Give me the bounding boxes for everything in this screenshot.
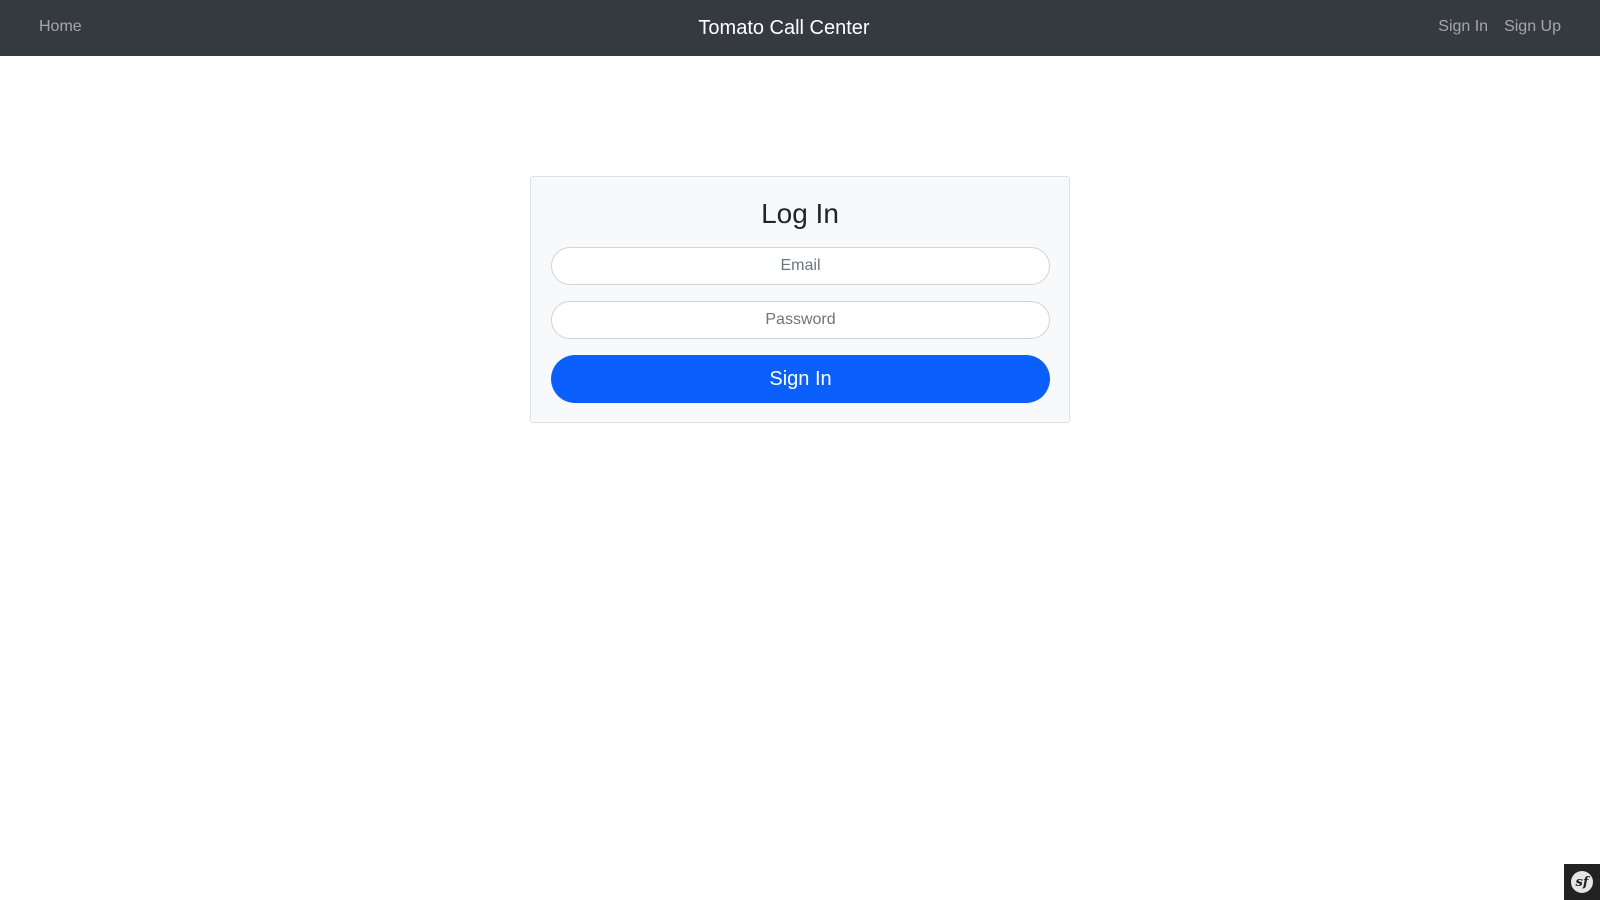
brand-title[interactable]: Tomato Call Center (0, 15, 1568, 41)
login-card: Log In Sign In (530, 176, 1070, 423)
nav-sign-in-link[interactable]: Sign In (1438, 17, 1488, 37)
sign-in-button[interactable]: Sign In (551, 355, 1050, 403)
nav-sign-up-link[interactable]: Sign Up (1504, 17, 1561, 37)
symfony-logo-icon: sf (1571, 871, 1593, 893)
password-input[interactable] (551, 301, 1050, 339)
nav-auth-links: Sign In Sign Up (1438, 17, 1561, 37)
email-input[interactable] (551, 247, 1050, 285)
debug-toolbar-toggle[interactable]: sf (1564, 864, 1600, 900)
top-navbar: Home Tomato Call Center Sign In Sign Up (0, 0, 1600, 56)
login-title: Log In (761, 198, 839, 229)
